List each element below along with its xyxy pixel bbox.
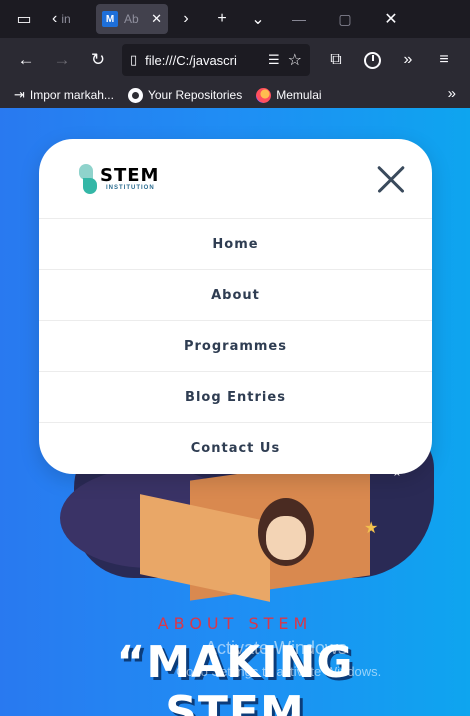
bookmark-star-icon[interactable]: ☆	[288, 50, 302, 70]
import-icon: ⇥	[14, 87, 25, 102]
new-tab-button[interactable]: +	[204, 0, 240, 38]
arrow-left-icon: ←	[17, 50, 35, 69]
app-menu-button[interactable]: ≡	[426, 38, 462, 82]
bookmark-memulai[interactable]: Memulai	[256, 87, 322, 103]
puzzle-icon: ⧉	[330, 51, 342, 68]
menu-header: STEM INSTITUTION	[39, 139, 432, 219]
bookmark-import[interactable]: ⇥ Impor markah...	[14, 87, 114, 103]
double-chevron-icon: »	[403, 51, 413, 68]
bookmarks-bar: ⇥ Impor markah... Your Repositories Memu…	[0, 82, 470, 108]
tab-favicon-icon: M	[102, 11, 118, 27]
maximize-icon: ▢	[338, 10, 352, 27]
chevron-right-icon: ›	[183, 10, 189, 27]
tab-inactive[interactable]: ‹ in	[48, 4, 92, 34]
maximize-button[interactable]: ▢	[322, 0, 368, 38]
section-eyebrow: ABOUT STEM	[157, 614, 313, 633]
tab-overview-button[interactable]: ▭	[0, 0, 48, 38]
firefox-icon	[256, 87, 272, 103]
page-icon: ▯	[130, 52, 138, 67]
url-text[interactable]: file:///C:/javascri	[145, 53, 260, 68]
forward-button[interactable]: →	[44, 38, 80, 82]
menu-item-programmes[interactable]: Programmes	[39, 321, 432, 372]
tab-active-title: Ab	[124, 12, 139, 26]
bookmark-label: Impor markah...	[29, 88, 114, 102]
tab-active[interactable]: M Ab ✕	[96, 4, 168, 34]
tab-inactive-title: in	[61, 12, 71, 26]
activate-windows-subtext: Go to Settings to activate Windows.	[176, 664, 382, 679]
tab-bar: ▭ ‹ in M Ab ✕ › + ⌄ — ▢ ✕	[0, 0, 470, 38]
minimize-icon: —	[292, 11, 306, 27]
cat-figure	[266, 516, 306, 560]
close-icon: ✕	[384, 11, 398, 28]
mobile-menu: STEM INSTITUTION Home About Programmes B…	[39, 139, 432, 474]
reload-icon: ↻	[90, 50, 106, 69]
url-bar[interactable]: ▯ file:///C:/javascri ☰ ☆	[122, 44, 310, 76]
overflow-button[interactable]: »	[390, 38, 426, 82]
tab-overview-icon: ▭	[16, 11, 32, 28]
menu-item-about[interactable]: About	[39, 270, 432, 321]
account-button[interactable]	[354, 38, 390, 82]
power-icon	[363, 51, 381, 69]
logo-subtitle: INSTITUTION	[106, 184, 155, 191]
bookmarks-overflow-icon[interactable]: »	[448, 85, 456, 102]
bookmark-label: Your Repositories	[147, 88, 243, 102]
list-all-tabs-button[interactable]: ⌄	[240, 0, 276, 38]
logo-wordmark: STEM	[100, 164, 160, 186]
logo-text: STEM INSTITUTION	[100, 164, 160, 191]
reload-button[interactable]: ↻	[80, 38, 116, 82]
extensions-button[interactable]: ⧉	[318, 38, 354, 82]
plus-icon: +	[217, 10, 227, 27]
chevron-left-icon: ‹	[52, 10, 58, 27]
logo-mark-icon	[79, 163, 97, 194]
hamburger-icon: ≡	[439, 51, 449, 68]
github-icon	[127, 87, 143, 103]
tab-scroll-right-button[interactable]: ›	[168, 0, 204, 38]
menu-item-blog-entries[interactable]: Blog Entries	[39, 372, 432, 423]
star-icon: ★	[364, 520, 379, 537]
activate-windows-watermark: Activate Windows	[205, 638, 348, 658]
menu-item-home[interactable]: Home	[39, 219, 432, 270]
arrow-right-icon: →	[53, 50, 71, 69]
hero-title-line2: STEM	[165, 687, 305, 716]
site-logo[interactable]: STEM INSTITUTION	[79, 163, 160, 194]
nav-toolbar: ← → ↻ ▯ file:///C:/javascri ☰ ☆ ⧉ » ≡	[0, 38, 470, 82]
reader-view-icon[interactable]: ☰	[268, 52, 280, 68]
menu-close-icon[interactable]	[376, 164, 406, 194]
chevron-down-icon: ⌄	[251, 11, 265, 28]
window-close-button[interactable]: ✕	[368, 0, 414, 38]
minimize-button[interactable]: —	[276, 0, 322, 38]
menu-item-contact-us[interactable]: Contact Us	[39, 423, 432, 474]
bookmark-label: Memulai	[276, 88, 322, 102]
page-viewport: ★ ★ ABOUT STEM “MAKING STEM Activate Win…	[0, 108, 470, 716]
tab-close-icon[interactable]: ✕	[151, 11, 162, 27]
bookmark-repositories[interactable]: Your Repositories	[127, 87, 243, 103]
back-button[interactable]: ←	[8, 38, 44, 82]
